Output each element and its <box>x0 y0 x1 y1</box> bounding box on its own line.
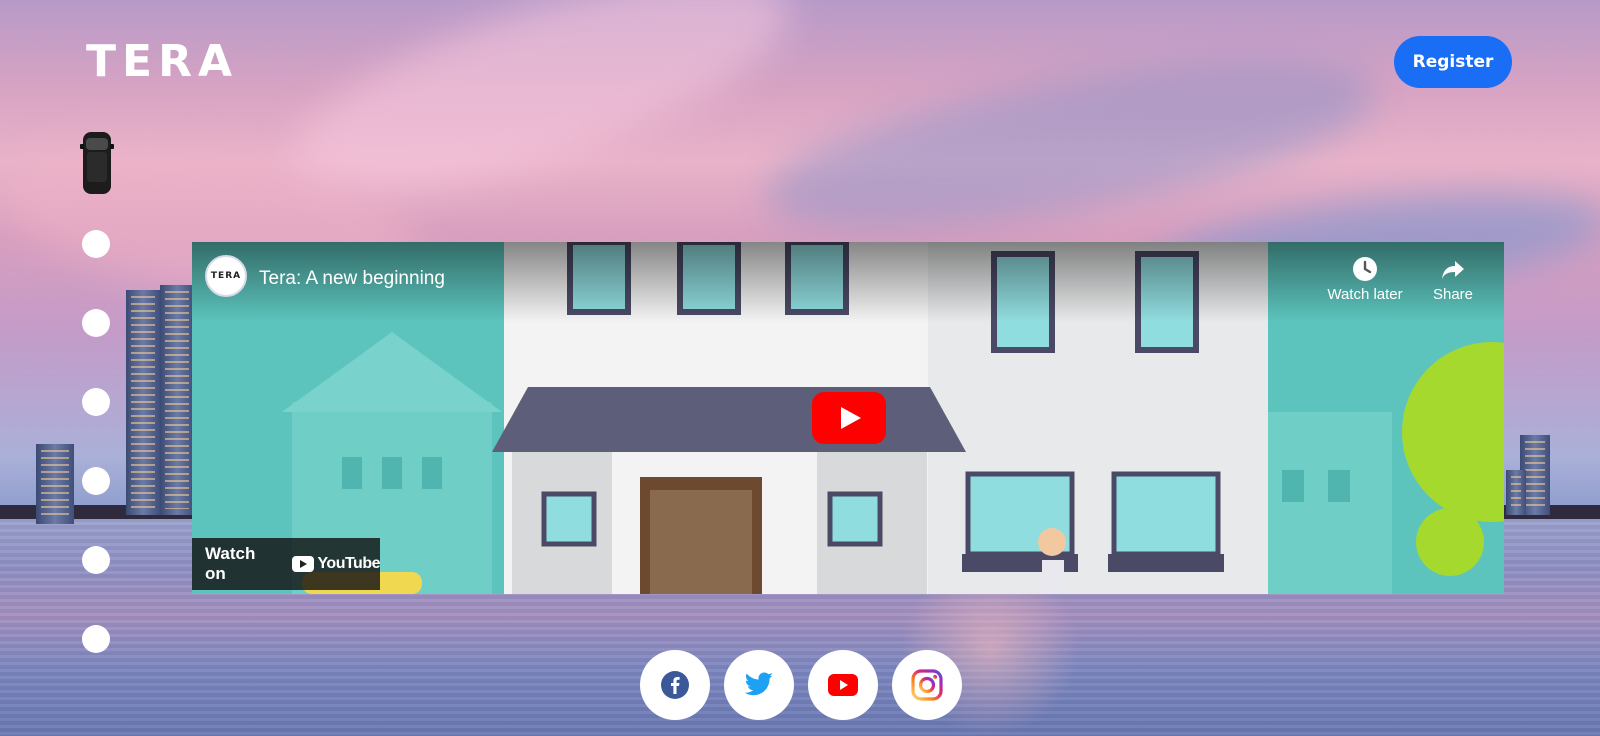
video-title[interactable]: Tera: A new beginning <box>259 268 445 290</box>
watch-on-label: Watch on <box>205 544 256 583</box>
watch-later-button[interactable]: Watch later <box>1320 256 1410 303</box>
instagram-button[interactable] <box>892 650 962 720</box>
youtube-logo: YouTube <box>292 555 380 573</box>
clock-icon <box>1353 257 1377 281</box>
watch-later-label: Watch later <box>1327 286 1403 303</box>
twitter-icon <box>744 672 773 696</box>
slide-dot-2[interactable] <box>82 309 110 337</box>
slide-dot-1[interactable] <box>82 230 110 258</box>
facebook-icon <box>661 671 689 699</box>
twitter-button[interactable] <box>724 650 794 720</box>
youtube-label: YouTube <box>317 555 380 572</box>
slide-dot-5[interactable] <box>82 546 110 574</box>
register-button[interactable]: Register <box>1394 36 1512 88</box>
channel-avatar[interactable]: TERA <box>205 255 247 297</box>
city-building <box>160 285 194 515</box>
youtube-icon <box>828 674 858 696</box>
city-building <box>1506 470 1526 515</box>
tera-logo[interactable]: TERA <box>86 40 238 84</box>
video-embed[interactable]: TERA Tera: A new beginning Watch later S… <box>192 242 1504 594</box>
youtube-button[interactable] <box>808 650 878 720</box>
city-building <box>126 290 160 515</box>
facebook-button[interactable] <box>640 650 710 720</box>
share-icon <box>1442 261 1464 279</box>
slide-dot-3[interactable] <box>82 388 110 416</box>
slide-dot-6[interactable] <box>82 625 110 653</box>
share-label: Share <box>1432 286 1474 303</box>
watch-on-youtube-button[interactable]: Watch on YouTube <box>192 538 380 590</box>
share-button[interactable]: Share <box>1408 256 1498 303</box>
instagram-icon <box>911 669 943 701</box>
car-icon <box>80 132 114 194</box>
city-building <box>36 444 74 524</box>
youtube-play-icon <box>292 556 315 572</box>
play-button[interactable] <box>812 392 886 444</box>
slide-dot-4[interactable] <box>82 467 110 495</box>
